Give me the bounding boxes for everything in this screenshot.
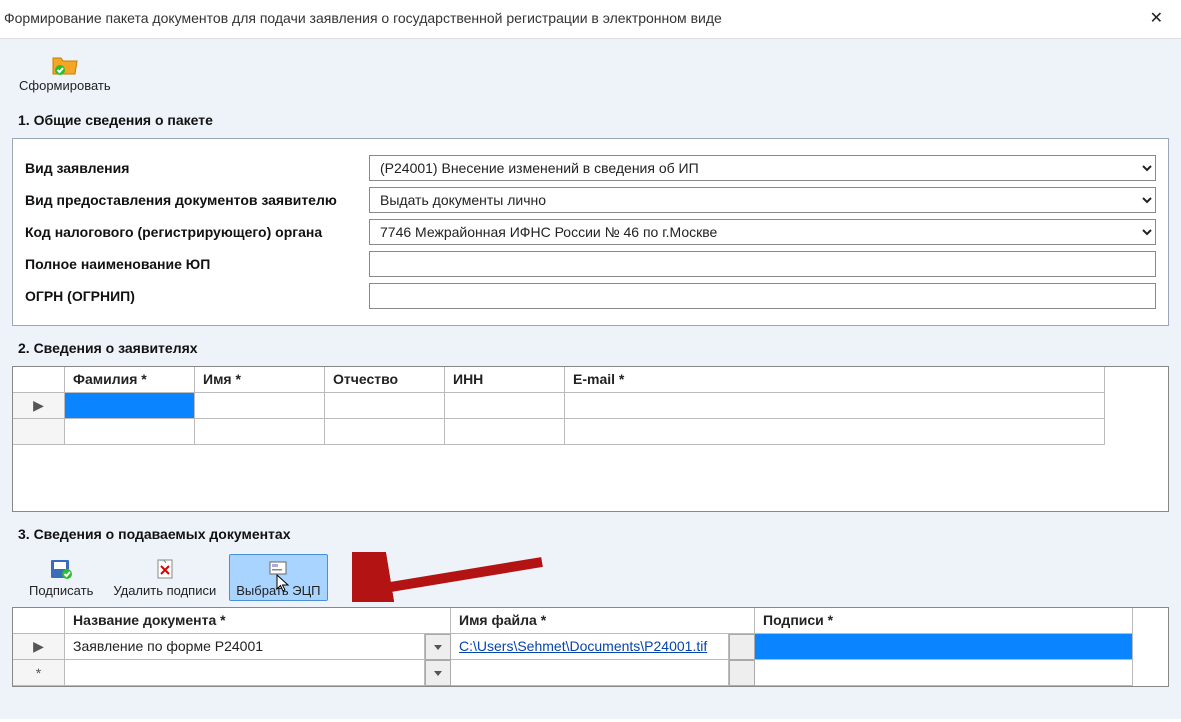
col-patronymic: Отчество (325, 367, 445, 393)
certificate-icon (264, 557, 292, 581)
row-handle[interactable] (13, 419, 65, 445)
section3-title: 3. Сведения о подаваемых документах (18, 526, 1169, 542)
form-package-button[interactable]: Сформировать (12, 49, 118, 96)
inn-cell[interactable] (445, 393, 565, 419)
sign-label: Подписать (29, 583, 93, 598)
table-row[interactable]: ▶ (13, 393, 1168, 419)
col-handle (13, 367, 65, 393)
section1-title: 1. Общие сведения о пакете (18, 112, 1169, 128)
delivery-select[interactable]: Выдать документы лично (369, 187, 1156, 213)
table-row[interactable]: * (13, 660, 1168, 686)
table-row[interactable]: ▶ Заявление по форме Р24001 C:\Users\Seh… (13, 634, 1168, 660)
row-handle[interactable]: * (13, 660, 65, 686)
email-cell[interactable] (565, 393, 1105, 419)
col-inn: ИНН (445, 367, 565, 393)
doc-name-cell[interactable]: Заявление по форме Р24001 (65, 634, 425, 660)
tax-code-select[interactable]: 7746 Межрайонная ИФНС России № 46 по г.М… (369, 219, 1156, 245)
application-type-select[interactable]: (Р24001) Внесение изменений в сведения о… (369, 155, 1156, 181)
delete-sign-button[interactable]: Удалить подписи (106, 554, 223, 601)
sign-button[interactable]: Подписать (22, 554, 100, 601)
doc-name-dropdown[interactable] (425, 634, 451, 660)
delivery-label: Вид предоставления документов заявителю (25, 192, 369, 208)
signatures-cell[interactable] (755, 634, 1133, 660)
documents-grid[interactable]: Название документа * Имя файла * Подписи… (12, 607, 1169, 687)
close-icon[interactable]: ✕ (1144, 6, 1169, 30)
col-email: E-mail * (565, 367, 1105, 393)
col-signatures: Подписи * (755, 608, 1133, 634)
window-title: Формирование пакета документов для подач… (4, 10, 722, 26)
ogrn-label: ОГРН (ОГРНИП) (25, 288, 369, 304)
signatures-cell[interactable] (755, 660, 1133, 686)
doc-name-dropdown[interactable] (425, 660, 451, 686)
firstname-cell[interactable] (195, 393, 325, 419)
file-link-cell[interactable]: C:\Users\Sehmet\Documents\P24001.tif (451, 634, 729, 660)
col-handle (13, 608, 65, 634)
folder-check-icon (51, 52, 79, 76)
col-file-name: Имя файла * (451, 608, 755, 634)
floppy-check-icon (47, 557, 75, 581)
file-link-cell[interactable] (451, 660, 729, 686)
col-lastname: Фамилия * (65, 367, 195, 393)
section2-title: 2. Сведения о заявителях (18, 340, 1169, 356)
lastname-cell[interactable] (65, 393, 195, 419)
ogrn-input[interactable] (369, 283, 1156, 309)
table-row[interactable] (13, 419, 1168, 445)
doc-name-cell[interactable] (65, 660, 425, 686)
applicants-grid[interactable]: Фамилия * Имя * Отчество ИНН E-mail * ▶ (12, 366, 1169, 512)
file-browse-button[interactable] (729, 660, 755, 686)
file-browse-button[interactable] (729, 634, 755, 660)
choose-ecp-button[interactable]: Выбрать ЭЦП (229, 554, 327, 601)
patronymic-cell[interactable] (325, 393, 445, 419)
file-link[interactable]: C:\Users\Sehmet\Documents\P24001.tif (459, 638, 707, 654)
choose-ecp-label: Выбрать ЭЦП (236, 583, 320, 598)
delete-sign-label: Удалить подписи (113, 583, 216, 598)
row-handle[interactable]: ▶ (13, 634, 65, 660)
col-firstname: Имя * (195, 367, 325, 393)
full-name-input[interactable] (369, 251, 1156, 277)
tax-code-label: Код налогового (регистрирующего) органа (25, 224, 369, 240)
row-handle[interactable]: ▶ (13, 393, 65, 419)
form-package-label: Сформировать (19, 78, 111, 93)
full-name-label: Полное наименование ЮП (25, 256, 369, 272)
application-type-label: Вид заявления (25, 160, 369, 176)
page-delete-icon (151, 557, 179, 581)
col-doc-name: Название документа * (65, 608, 451, 634)
